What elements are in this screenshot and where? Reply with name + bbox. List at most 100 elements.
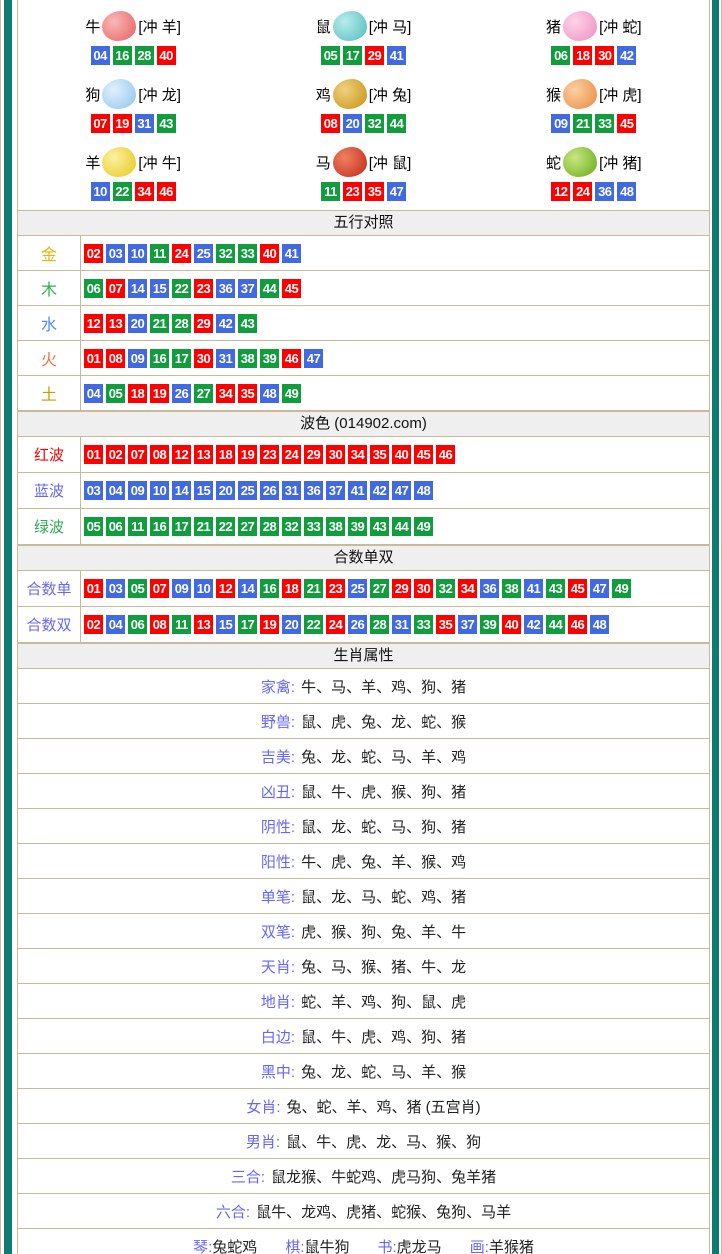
number-ball-34: 34 bbox=[348, 445, 367, 464]
number-ball-21: 21 bbox=[150, 314, 169, 333]
arts-item: 棋:鼠牛狗 bbox=[285, 1236, 349, 1254]
number-ball-23: 23 bbox=[343, 182, 362, 201]
number-ball-43: 43 bbox=[238, 314, 257, 333]
number-ball-13: 13 bbox=[194, 445, 213, 464]
number-ball-21: 21 bbox=[304, 579, 323, 598]
number-ball-22: 22 bbox=[113, 182, 132, 201]
number-ball-06: 06 bbox=[84, 279, 103, 298]
row-label: 金 bbox=[18, 236, 81, 270]
number-ball-47: 47 bbox=[387, 182, 406, 201]
zodiac-clash-label: [冲 羊] bbox=[138, 16, 181, 37]
number-ball-35: 35 bbox=[365, 182, 384, 201]
attribute-label: 女肖: bbox=[246, 1096, 280, 1117]
number-ball-29: 29 bbox=[304, 445, 323, 464]
zodiac-title: 牛[冲 羊] bbox=[85, 6, 181, 46]
number-ball-17: 17 bbox=[172, 349, 191, 368]
zodiac-title: 猪[冲 蛇] bbox=[546, 6, 642, 46]
attribute-value: 鼠、龙、马、蛇、鸡、猪 bbox=[301, 886, 466, 907]
number-ball-36: 36 bbox=[216, 279, 235, 298]
number-ball-19: 19 bbox=[238, 445, 257, 464]
zodiac-rooster-icon bbox=[333, 79, 367, 109]
zodiac-numbers: 04162840 bbox=[91, 46, 176, 65]
zodiac-name: 马 bbox=[316, 152, 331, 173]
zodiac-clash-label: [冲 马] bbox=[369, 16, 412, 37]
number-ball-12: 12 bbox=[551, 182, 570, 201]
number-ball-31: 31 bbox=[216, 349, 235, 368]
number-ball-05: 05 bbox=[84, 517, 103, 536]
attribute-value: 牛、虎、兔、羊、猴、鸡 bbox=[301, 851, 466, 872]
number-ball-45: 45 bbox=[282, 279, 301, 298]
attribute-label: 凶丑: bbox=[261, 781, 295, 802]
number-ball-16: 16 bbox=[113, 46, 132, 65]
zodiac-clash-label: [冲 虎] bbox=[599, 84, 642, 105]
number-ball-11: 11 bbox=[172, 615, 191, 634]
wave-color-row: 红波0102070812131819232429303435404546 bbox=[18, 437, 709, 473]
number-ball-10: 10 bbox=[194, 579, 213, 598]
number-ball-32: 32 bbox=[436, 579, 455, 598]
number-ball-39: 39 bbox=[480, 615, 499, 634]
number-ball-36: 36 bbox=[480, 579, 499, 598]
number-ball-02: 02 bbox=[84, 615, 103, 634]
row-numbers: 02031011242532334041 bbox=[81, 236, 301, 270]
zodiac-horse-icon bbox=[333, 147, 367, 177]
number-ball-44: 44 bbox=[387, 114, 406, 133]
number-ball-34: 34 bbox=[135, 182, 154, 201]
attributes-header: 生肖属性 bbox=[18, 643, 709, 669]
attribute-row: 双笔:虎、猴、狗、兔、羊、牛 bbox=[18, 914, 709, 949]
number-ball-17: 17 bbox=[238, 615, 257, 634]
number-ball-33: 33 bbox=[414, 615, 433, 634]
attribute-label: 家禽: bbox=[261, 676, 295, 697]
zodiac-cell-pig: 猪[冲 蛇]06183042 bbox=[479, 6, 709, 74]
number-ball-11: 11 bbox=[128, 517, 147, 536]
number-ball-08: 08 bbox=[106, 349, 125, 368]
number-ball-04: 04 bbox=[91, 46, 110, 65]
number-ball-09: 09 bbox=[128, 481, 147, 500]
zodiac-numbers: 11233547 bbox=[321, 182, 406, 201]
attribute-label: 双笔: bbox=[261, 921, 295, 942]
zodiac-clash-label: [冲 蛇] bbox=[599, 16, 642, 37]
number-ball-35: 35 bbox=[370, 445, 389, 464]
attribute-label: 男肖: bbox=[246, 1131, 280, 1152]
arts-label: 琴: bbox=[193, 1236, 212, 1254]
number-ball-40: 40 bbox=[392, 445, 411, 464]
zodiac-title: 羊[冲 牛] bbox=[85, 142, 181, 182]
number-ball-24: 24 bbox=[282, 445, 301, 464]
number-ball-02: 02 bbox=[84, 244, 103, 263]
attribute-label: 白边: bbox=[261, 1026, 295, 1047]
zodiac-title: 鸡[冲 兔] bbox=[316, 74, 412, 114]
zodiac-cell-monkey: 猴[冲 虎]09213345 bbox=[479, 74, 709, 142]
number-ball-15: 15 bbox=[216, 615, 235, 634]
zodiac-numbers: 12243648 bbox=[551, 182, 636, 201]
number-ball-38: 38 bbox=[326, 517, 345, 536]
attribute-row: 野兽: 鼠、虎、兔、龙、蛇、猴 bbox=[18, 704, 709, 739]
number-ball-40: 40 bbox=[157, 46, 176, 65]
number-ball-42: 42 bbox=[216, 314, 235, 333]
attribute-value: 牛、马、羊、鸡、狗、猪 bbox=[301, 676, 466, 697]
number-ball-07: 07 bbox=[150, 579, 169, 598]
number-ball-36: 36 bbox=[304, 481, 323, 500]
number-ball-42: 42 bbox=[617, 46, 636, 65]
number-ball-04: 04 bbox=[84, 384, 103, 403]
number-ball-29: 29 bbox=[194, 314, 213, 333]
attribute-value: 鼠、虎、兔、龙、蛇、猴 bbox=[301, 711, 466, 732]
attribute-label: 阴性: bbox=[261, 816, 295, 837]
number-ball-09: 09 bbox=[551, 114, 570, 133]
number-ball-05: 05 bbox=[321, 46, 340, 65]
attribute-label: 野兽: bbox=[261, 711, 295, 732]
number-ball-01: 01 bbox=[84, 349, 103, 368]
zodiac-clash-label: [冲 猪] bbox=[599, 152, 642, 173]
attribute-row: 天肖:兔、马、猴、猪、牛、龙 bbox=[18, 949, 709, 984]
number-ball-18: 18 bbox=[128, 384, 147, 403]
zodiac-numbers: 05172941 bbox=[321, 46, 406, 65]
number-ball-46: 46 bbox=[436, 445, 455, 464]
arts-item: 书:虎龙马 bbox=[378, 1236, 442, 1254]
zodiac-pig-icon bbox=[563, 11, 597, 41]
number-ball-27: 27 bbox=[238, 517, 257, 536]
row-label: 合数单 bbox=[18, 571, 81, 606]
five-elements-header: 五行对照 bbox=[18, 210, 709, 236]
number-ball-31: 31 bbox=[392, 615, 411, 634]
number-ball-38: 38 bbox=[238, 349, 257, 368]
number-ball-09: 09 bbox=[172, 579, 191, 598]
number-ball-16: 16 bbox=[260, 579, 279, 598]
number-ball-06: 06 bbox=[128, 615, 147, 634]
